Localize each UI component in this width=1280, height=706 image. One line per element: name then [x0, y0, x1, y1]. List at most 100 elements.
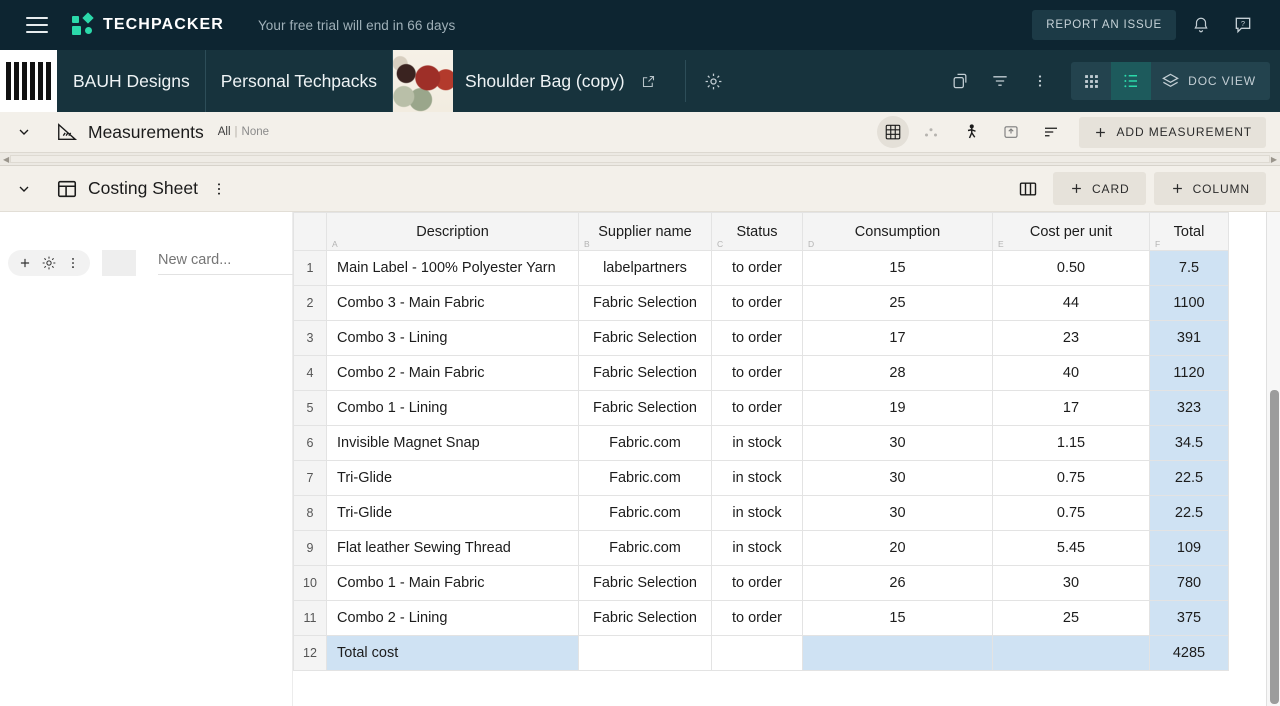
- notification-bell-icon[interactable]: [1184, 8, 1218, 42]
- cell-description[interactable]: Combo 1 - Lining: [326, 390, 579, 426]
- cell-total[interactable]: 34.5: [1149, 425, 1229, 461]
- grid-view-icon[interactable]: [1071, 62, 1111, 100]
- cell-cost-per-unit[interactable]: 0.75: [992, 495, 1150, 531]
- cell-cost-per-unit[interactable]: 5.45: [992, 530, 1150, 566]
- column-header-consumption[interactable]: Consumption D: [802, 212, 993, 251]
- external-link-icon[interactable]: [641, 74, 656, 89]
- cell-description[interactable]: Tri-Glide: [326, 460, 579, 496]
- cell-cost-per-unit[interactable]: 23: [992, 320, 1150, 356]
- chevron-down-icon-costing[interactable]: [10, 181, 38, 197]
- add-card-plus-icon[interactable]: [18, 256, 32, 270]
- table-grid-icon[interactable]: [877, 116, 910, 148]
- cell-description[interactable]: Main Label - 100% Polyester Yarn: [326, 250, 579, 286]
- cell-cost-per-unit[interactable]: 40: [992, 355, 1150, 391]
- cell-status[interactable]: to order: [711, 355, 803, 391]
- vertical-scrollbar-thumb[interactable]: [1270, 389, 1279, 704]
- cell-supplier[interactable]: labelpartners: [578, 250, 712, 286]
- cell-status[interactable]: to order: [711, 390, 803, 426]
- costing-more-vertical-icon[interactable]: [206, 174, 232, 204]
- cell-cost-per-unit[interactable]: [992, 635, 1150, 671]
- card-settings-gear-icon[interactable]: [41, 255, 57, 271]
- cell-consumption[interactable]: 15: [802, 250, 993, 286]
- column-header-description[interactable]: Description A: [326, 212, 579, 251]
- cell-supplier[interactable]: [578, 635, 712, 671]
- techpack-breadcrumb[interactable]: Shoulder Bag (copy): [393, 50, 685, 112]
- cell-supplier[interactable]: Fabric Selection: [578, 285, 712, 321]
- sort-icon[interactable]: [1033, 116, 1069, 148]
- scroll-right-arrow-icon[interactable]: ▶: [1271, 155, 1277, 164]
- column-header-total[interactable]: Total F: [1149, 212, 1229, 251]
- cell-consumption[interactable]: 26: [802, 565, 993, 601]
- cell-supplier[interactable]: Fabric.com: [578, 425, 712, 461]
- cell-total[interactable]: 375: [1149, 600, 1229, 636]
- cell-description[interactable]: Combo 1 - Main Fabric: [326, 565, 579, 601]
- column-header-supplier[interactable]: Supplier name B: [578, 212, 712, 251]
- cell-supplier[interactable]: Fabric Selection: [578, 565, 712, 601]
- cell-consumption[interactable]: 30: [802, 495, 993, 531]
- duplicate-pages-icon[interactable]: [943, 64, 977, 98]
- cell-consumption[interactable]: 15: [802, 600, 993, 636]
- cell-supplier[interactable]: Fabric.com: [578, 530, 712, 566]
- cell-cost-per-unit[interactable]: 17: [992, 390, 1150, 426]
- columns-icon[interactable]: [1011, 173, 1045, 205]
- cell-consumption[interactable]: 25: [802, 285, 993, 321]
- cell-total[interactable]: 22.5: [1149, 495, 1229, 531]
- add-card-button[interactable]: CARD: [1052, 172, 1146, 205]
- cell-description[interactable]: Combo 3 - Main Fabric: [326, 285, 579, 321]
- cell-status[interactable]: to order: [711, 285, 803, 321]
- doc-view-button[interactable]: DOC VIEW: [1151, 62, 1270, 100]
- select-all-link[interactable]: All: [218, 126, 231, 138]
- cell-total[interactable]: 391: [1149, 320, 1229, 356]
- card-more-vertical-icon[interactable]: [66, 256, 80, 270]
- cell-total[interactable]: 323: [1149, 390, 1229, 426]
- cell-total[interactable]: 1120: [1149, 355, 1229, 391]
- cell-status[interactable]: in stock: [711, 530, 803, 566]
- cell-total[interactable]: 1100: [1149, 285, 1229, 321]
- vertical-scrollbar[interactable]: [1266, 212, 1280, 706]
- cell-supplier[interactable]: Fabric Selection: [578, 355, 712, 391]
- help-chat-icon[interactable]: ?: [1226, 8, 1260, 42]
- cell-total[interactable]: 22.5: [1149, 460, 1229, 496]
- brand-logo[interactable]: TECHPACKER: [72, 12, 224, 36]
- cell-status[interactable]: to order: [711, 320, 803, 356]
- figure-icon[interactable]: [953, 116, 989, 148]
- cell-supplier[interactable]: Fabric.com: [578, 460, 712, 496]
- scroll-left-arrow-icon[interactable]: ◀: [3, 155, 9, 164]
- add-measurement-button[interactable]: ADD MEASUREMENT: [1079, 116, 1266, 148]
- cell-consumption[interactable]: 17: [802, 320, 993, 356]
- cell-status[interactable]: in stock: [711, 495, 803, 531]
- cell-cost-per-unit[interactable]: 30: [992, 565, 1150, 601]
- cell-cost-per-unit[interactable]: 0.50: [992, 250, 1150, 286]
- cell-total[interactable]: 780: [1149, 565, 1229, 601]
- card-thumbnail-placeholder[interactable]: [102, 250, 136, 276]
- hamburger-menu-icon[interactable]: [26, 17, 48, 33]
- column-header-status[interactable]: Status C: [711, 212, 803, 251]
- column-header-cost-per-unit[interactable]: Cost per unit E: [992, 212, 1150, 251]
- cell-status[interactable]: to order: [711, 600, 803, 636]
- cell-consumption[interactable]: 30: [802, 460, 993, 496]
- cell-consumption[interactable]: 30: [802, 425, 993, 461]
- cell-description[interactable]: Combo 2 - Lining: [326, 600, 579, 636]
- cell-description[interactable]: Combo 2 - Main Fabric: [326, 355, 579, 391]
- breadcrumb-folder[interactable]: Personal Techpacks: [206, 50, 394, 112]
- list-view-icon[interactable]: [1111, 62, 1152, 100]
- cell-consumption[interactable]: [802, 635, 993, 671]
- cell-total[interactable]: 109: [1149, 530, 1229, 566]
- cell-status[interactable]: [711, 635, 803, 671]
- add-column-button[interactable]: COLUMN: [1153, 172, 1266, 205]
- cell-supplier[interactable]: Fabric.com: [578, 495, 712, 531]
- select-none-link[interactable]: None: [242, 126, 270, 138]
- cell-supplier[interactable]: Fabric Selection: [578, 390, 712, 426]
- export-icon[interactable]: [993, 116, 1029, 148]
- horizontal-scrollbar[interactable]: ◀ ▶: [0, 152, 1280, 166]
- cell-description[interactable]: Invisible Magnet Snap: [326, 425, 579, 461]
- bauh-logo[interactable]: [0, 50, 57, 112]
- cell-cost-per-unit[interactable]: 25: [992, 600, 1150, 636]
- cell-status[interactable]: in stock: [711, 425, 803, 461]
- cell-description[interactable]: Flat leather Sewing Thread: [326, 530, 579, 566]
- more-vertical-icon[interactable]: [1023, 64, 1057, 98]
- cell-consumption[interactable]: 19: [802, 390, 993, 426]
- cell-supplier[interactable]: Fabric Selection: [578, 320, 712, 356]
- cell-consumption[interactable]: 20: [802, 530, 993, 566]
- cell-description[interactable]: Tri-Glide: [326, 495, 579, 531]
